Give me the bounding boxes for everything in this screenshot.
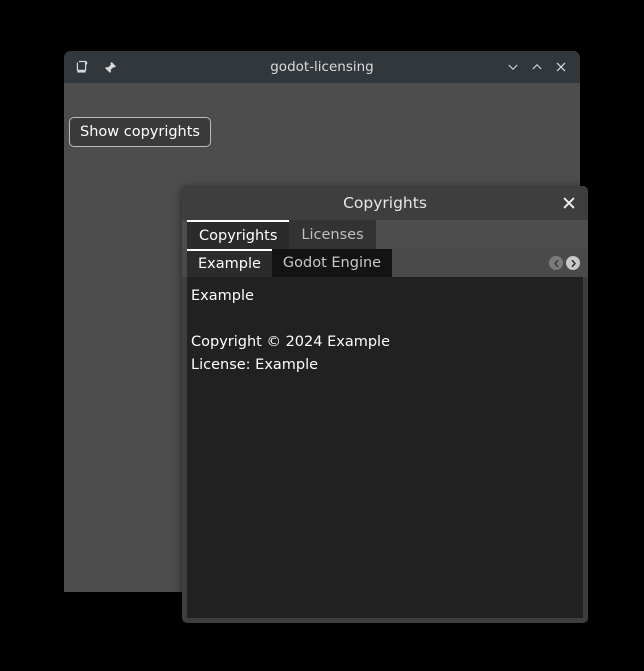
content-line: Copyright © 2024 Example: [191, 334, 390, 350]
show-copyrights-button[interactable]: Show copyrights: [69, 117, 211, 147]
content-line: [191, 308, 579, 331]
pin-window-icon[interactable]: [100, 57, 120, 77]
tab-godot-engine-label: Godot Engine: [282, 255, 382, 271]
tab-copyrights-label: Copyrights: [199, 227, 278, 244]
outer-tabbar: Copyrights Licenses: [182, 220, 588, 249]
chevron-left-circle-icon[interactable]: [549, 256, 563, 270]
dialog-header: Copyrights: [182, 186, 588, 220]
content-line: Example: [191, 288, 254, 304]
dialog-close-icon[interactable]: [559, 193, 579, 213]
maximize-button[interactable]: [527, 56, 547, 78]
tab-copyrights[interactable]: Copyrights: [187, 220, 290, 249]
content-line: License: Example: [191, 357, 319, 373]
close-icon[interactable]: [551, 56, 571, 78]
window-client-area: Show copyrights Copyrights Copyrights Li…: [64, 83, 588, 623]
copyright-content-panel[interactable]: Example Copyright © 2024 Example License…: [187, 277, 583, 618]
inner-tab-navigation: [549, 249, 588, 277]
titlebar-left-icons: [64, 57, 120, 77]
tab-godot-engine[interactable]: Godot Engine: [271, 249, 393, 277]
show-copyrights-label: Show copyrights: [80, 124, 200, 140]
dialog-title: Copyrights: [343, 194, 427, 212]
window-controls: [503, 56, 580, 78]
tab-example[interactable]: Example: [187, 249, 272, 277]
shade-window-icon[interactable]: [72, 57, 92, 77]
application-window: godot-licensing Show copyrights Copyrigh…: [64, 51, 588, 623]
window-titlebar[interactable]: godot-licensing: [64, 51, 580, 83]
inner-tabbar: Example Godot Engine: [182, 249, 588, 277]
tab-example-label: Example: [198, 256, 261, 272]
chevron-right-circle-icon[interactable]: [566, 256, 580, 270]
tab-licenses-label: Licenses: [301, 226, 364, 243]
minimize-button[interactable]: [503, 56, 523, 78]
copyrights-dialog: Copyrights Copyrights Licenses Example G…: [182, 186, 588, 623]
tab-licenses[interactable]: Licenses: [289, 220, 376, 249]
